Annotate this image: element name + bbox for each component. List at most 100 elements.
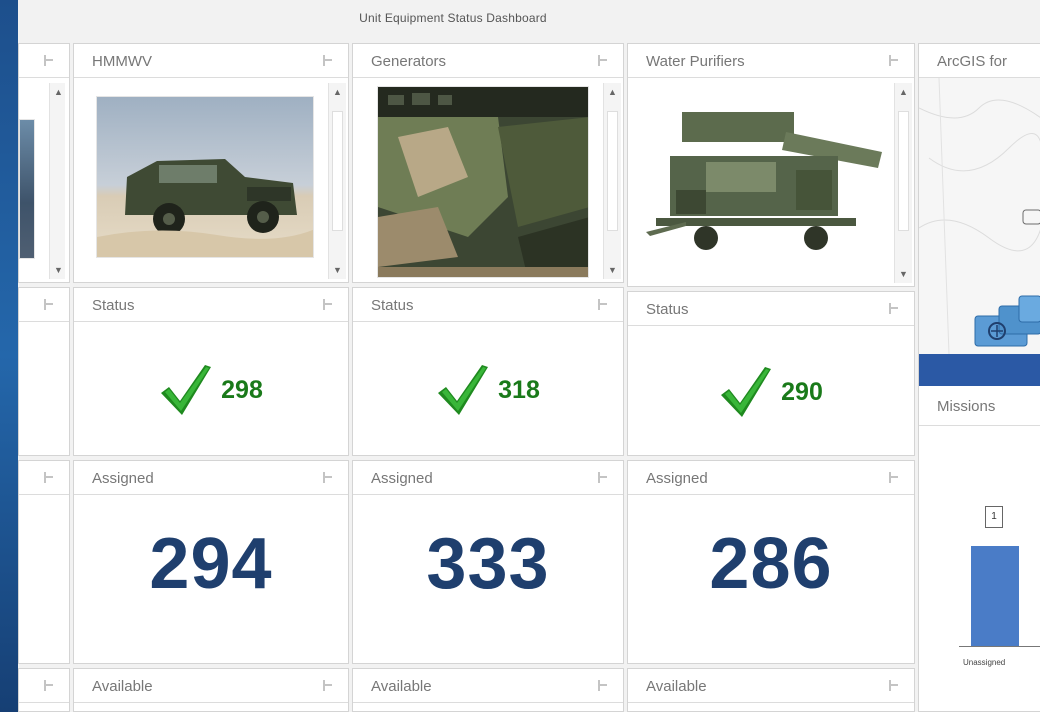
partial-image-panel: ▲ ▼ xyxy=(18,43,70,283)
panel-header: Available xyxy=(353,669,623,703)
panel-title: HMMWV xyxy=(92,53,152,70)
water-purifier-illustration xyxy=(646,112,882,250)
map-missions-panel: ArcGIS for Missions 1 Unassigned xyxy=(918,43,1040,712)
map-toolbar-band xyxy=(919,354,1040,386)
partial-equipment-photo xyxy=(19,119,35,259)
partial-status-panel xyxy=(18,287,70,456)
panel-title: Generators xyxy=(371,53,447,70)
panel-header: Water Purifiers xyxy=(628,44,914,78)
scroll-up-button[interactable]: ▲ xyxy=(329,83,346,101)
image-scrollbar[interactable]: ▲ ▼ xyxy=(894,83,912,283)
scroll-down-button[interactable]: ▼ xyxy=(895,265,912,283)
map-illustration xyxy=(919,78,1040,354)
partial-available-panel xyxy=(18,668,70,712)
panel-header: ArcGIS for xyxy=(919,44,1040,78)
status-content: 298 xyxy=(74,322,348,455)
pin-icon[interactable] xyxy=(321,680,332,691)
panel-title: Assigned xyxy=(646,470,708,487)
panel-header xyxy=(19,461,69,495)
panel-header: Generators xyxy=(353,44,623,78)
dashboard-title: Unit Equipment Status Dashboard xyxy=(359,11,547,25)
panel-header: Status xyxy=(353,288,623,322)
panel-header: Status xyxy=(628,292,914,326)
scroll-up-button[interactable]: ▲ xyxy=(50,83,67,101)
panel-header: HMMWV xyxy=(74,44,348,78)
pin-icon[interactable] xyxy=(321,472,332,483)
scroll-thumb[interactable] xyxy=(332,111,343,231)
missions-header: Missions xyxy=(919,386,1040,426)
image-scrollbar[interactable]: ▲ ▼ xyxy=(328,83,346,279)
water-purifiers-available-panel: Available xyxy=(627,668,915,712)
hmmwv-available-panel: Available xyxy=(73,668,349,712)
status-count: 298 xyxy=(221,376,263,404)
status-content: 318 xyxy=(353,322,623,455)
scroll-thumb[interactable] xyxy=(607,111,618,231)
chart-bar-unassigned xyxy=(971,546,1019,646)
panel-title: Available xyxy=(371,678,432,695)
pin-icon[interactable] xyxy=(887,55,898,66)
image-scrollbar[interactable]: ▲ ▼ xyxy=(49,83,65,279)
hmmwv-assigned-panel: Assigned 294 xyxy=(73,460,349,664)
generators-status-panel: Status 318 xyxy=(352,287,624,456)
left-side-strip xyxy=(0,0,18,712)
panel-header: Assigned xyxy=(628,461,914,495)
pin-icon[interactable] xyxy=(42,55,53,66)
panel-title: Status xyxy=(371,297,414,314)
generator-illustration xyxy=(378,87,588,277)
partial-assigned-panel xyxy=(18,460,70,664)
assigned-count: 286 xyxy=(709,524,833,604)
hmmwv-image-panel: HMMWV ▲ ▼ xyxy=(73,43,349,283)
water-purifiers-status-panel: Status 290 xyxy=(627,291,915,456)
scroll-down-button[interactable]: ▼ xyxy=(604,261,621,279)
water-purifiers-assigned-panel: Assigned 286 xyxy=(627,460,915,664)
panel-title: Status xyxy=(646,301,689,318)
hmmwv-photo xyxy=(96,96,314,258)
panel-title: Assigned xyxy=(92,470,154,487)
pin-icon[interactable] xyxy=(321,55,332,66)
hmmwv-illustration xyxy=(97,159,313,257)
generator-photo xyxy=(377,86,589,278)
panel-title: Status xyxy=(92,297,135,314)
scroll-thumb[interactable] xyxy=(898,111,909,231)
generators-assigned-panel: Assigned 333 xyxy=(352,460,624,664)
scroll-up-button[interactable]: ▲ xyxy=(604,83,621,101)
panel-header xyxy=(19,44,69,78)
pin-icon[interactable] xyxy=(596,299,607,310)
panel-title: ArcGIS for xyxy=(937,53,1008,70)
panel-header: Assigned xyxy=(74,461,348,495)
check-icon xyxy=(438,364,489,415)
scroll-down-button[interactable]: ▼ xyxy=(50,261,67,279)
panel-title: Water Purifiers xyxy=(646,53,745,70)
pin-icon[interactable] xyxy=(42,472,53,483)
scroll-down-button[interactable]: ▼ xyxy=(329,261,346,279)
pin-icon[interactable] xyxy=(887,303,898,314)
pin-icon[interactable] xyxy=(887,680,898,691)
panel-header: Available xyxy=(628,669,914,703)
chart-data-label: 1 xyxy=(985,506,1003,528)
panel-title: Available xyxy=(92,678,153,695)
assigned-count: 333 xyxy=(426,524,550,604)
panel-header xyxy=(19,288,69,322)
check-icon xyxy=(721,366,772,417)
pin-icon[interactable] xyxy=(596,55,607,66)
pin-icon[interactable] xyxy=(596,472,607,483)
scroll-up-button[interactable]: ▲ xyxy=(895,83,912,101)
pin-icon[interactable] xyxy=(42,299,53,310)
generators-available-panel: Available xyxy=(352,668,624,712)
pin-icon[interactable] xyxy=(596,680,607,691)
image-scrollbar[interactable]: ▲ ▼ xyxy=(603,83,621,279)
pin-icon[interactable] xyxy=(321,299,332,310)
pin-icon[interactable] xyxy=(42,680,53,691)
hmmwv-status-panel: Status 298 xyxy=(73,287,349,456)
assigned-count: 294 xyxy=(149,524,273,604)
water-purifiers-image-panel: Water Purifiers ▲ ▼ xyxy=(627,43,915,287)
panel-title: Available xyxy=(646,678,707,695)
pin-icon[interactable] xyxy=(887,472,898,483)
status-content: 290 xyxy=(628,326,914,455)
panel-header: Available xyxy=(74,669,348,703)
check-icon xyxy=(161,364,212,415)
panel-title: Assigned xyxy=(371,470,433,487)
map-view[interactable] xyxy=(919,78,1040,354)
water-purifier-photo xyxy=(646,90,886,268)
panel-header: Status xyxy=(74,288,348,322)
